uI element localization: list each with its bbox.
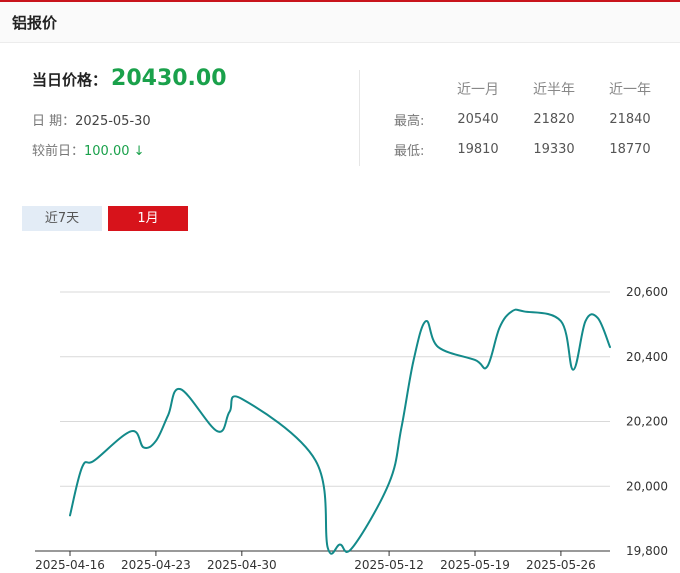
data-point (485, 364, 490, 369)
data-point (387, 481, 392, 486)
data-point (129, 429, 134, 434)
change-row: 较前日：100.00 ↓ (32, 140, 145, 159)
x-tick-label: 2025-05-12 (354, 558, 424, 572)
data-point (350, 545, 355, 550)
tab-7-days[interactable]: 近7天 (22, 206, 102, 231)
x-tick-label: 2025-05-26 (526, 558, 596, 572)
stats-high-label: 最高: (394, 113, 425, 129)
data-point (473, 357, 478, 362)
data-point (558, 319, 563, 324)
y-tick-label: 20,600 (626, 285, 668, 299)
data-point (423, 319, 428, 324)
change-value: 100.00 ↓ (84, 144, 145, 159)
current-price-label: 当日价格： (32, 71, 108, 89)
stats-high-value: 20540 (457, 111, 499, 127)
chart-axes: 19,800 20,000 20,200 20,400 20,600 2025-04-16… (35, 285, 668, 572)
y-tick-label: 20,200 (626, 415, 668, 429)
data-point (166, 413, 171, 418)
chart-gridlines (60, 291, 610, 487)
price-line-chart: 19,800 20,000 20,200 20,400 20,600 2025-04-16… (35, 285, 668, 572)
stats-low-label: 最低: (394, 143, 425, 159)
tab-1-month[interactable]: 1月 (108, 206, 188, 231)
stats-header-cell: 近一月 (457, 82, 499, 98)
panel-title: 铝报价 (12, 14, 58, 32)
y-tick-label: 20,400 (626, 350, 668, 364)
x-tick-label: 2025-04-30 (207, 558, 277, 572)
range-tabs: 近7天 1月 (22, 206, 188, 231)
data-point (522, 309, 527, 314)
data-point (497, 325, 502, 330)
chart-series (68, 308, 613, 555)
change-label: 较前日： (32, 144, 85, 159)
stats-low-row: 最低: 19810 19330 18770 (380, 134, 668, 164)
date-row: 日 期：2025-05-30 (32, 110, 151, 129)
data-point (227, 409, 232, 414)
data-point (608, 345, 613, 350)
price-stats-table: 近一月 近半年 近一年 最高: 20540 21820 21840 最低: 19… (380, 74, 668, 164)
current-price-value: 20430.00 (111, 66, 227, 91)
stats-header-row: 近一月 近半年 近一年 (380, 74, 668, 104)
stats-header-cell: 近一年 (609, 82, 651, 98)
current-price-row: 当日价格： 20430.00 (32, 66, 227, 96)
data-point (583, 319, 588, 324)
stats-header-cell: 近半年 (533, 82, 575, 98)
data-point (325, 545, 330, 550)
data-point (338, 542, 343, 547)
data-point (153, 438, 158, 443)
stats-high-row: 最高: 20540 21820 21840 (380, 104, 668, 134)
data-point (411, 357, 416, 362)
date-label: 日 期： (32, 114, 76, 129)
stats-high-value: 21840 (609, 111, 651, 127)
data-point (68, 513, 73, 518)
y-tick-label: 20,000 (626, 479, 668, 493)
data-point (436, 345, 441, 350)
x-tick-label: 2025-04-23 (121, 558, 191, 572)
price-series-line (69, 308, 611, 555)
stats-low-value: 18770 (609, 141, 651, 157)
data-point (313, 458, 318, 463)
x-tick-label: 2025-04-16 (35, 558, 105, 572)
date-value: 2025-05-30 (75, 114, 151, 129)
stats-low-value: 19330 (533, 141, 575, 157)
data-point (141, 445, 146, 450)
data-point (178, 387, 183, 392)
data-point (595, 315, 600, 320)
data-point (215, 429, 220, 434)
x-tick-label: 2025-05-19 (440, 558, 510, 572)
stats-high-value: 21820 (533, 111, 575, 127)
data-point (571, 367, 576, 372)
price-summary: 当日价格： 20430.00 日 期：2025-05-30 较前日：100.00… (32, 66, 227, 159)
summary-divider (359, 70, 360, 166)
data-point (399, 425, 404, 430)
data-point (92, 458, 97, 463)
data-point (509, 309, 514, 314)
stats-low-value: 19810 (457, 141, 499, 157)
panel-header: 铝报价 (0, 2, 680, 43)
data-point (80, 464, 85, 469)
data-point (239, 396, 244, 401)
y-tick-label: 19,800 (626, 544, 668, 558)
